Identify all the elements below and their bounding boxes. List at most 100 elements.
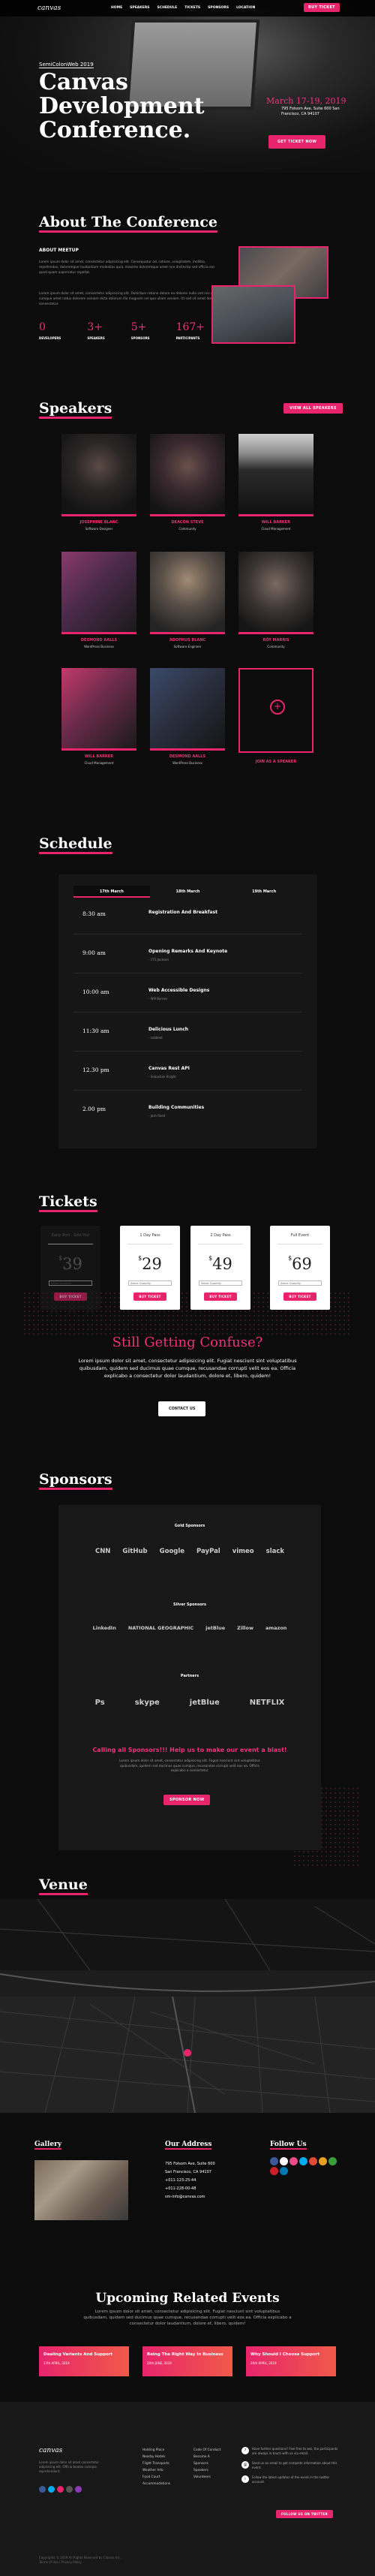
speaker-card[interactable]: WILL BARKER Cloud Management — [62, 668, 136, 765]
terms-links[interactable]: Terms of Use / Privacy Policy — [39, 2560, 121, 2565]
footer-link[interactable]: Become A — [194, 2454, 220, 2460]
quantity-select[interactable]: Select Quantity — [278, 1280, 322, 1286]
menu-item-sponsors[interactable]: SPONSORS — [208, 6, 229, 10]
logo[interactable]: canvas — [38, 5, 61, 12]
partner-logo[interactable]: jetBlue — [190, 1699, 220, 1707]
sponsor-logo[interactable]: jetBlue — [206, 1625, 225, 1631]
tab-day-1[interactable]: 17th March — [74, 886, 150, 898]
partner-logo[interactable]: Ps — [95, 1699, 105, 1707]
become-speaker-label[interactable]: JOIN AS A SPEAKER — [238, 760, 314, 764]
partner-logo[interactable]: NETFLIX — [250, 1699, 285, 1707]
about-subtitle: ABOUT MEETUP — [39, 248, 79, 253]
vimeo-icon[interactable] — [299, 2157, 308, 2165]
plus-icon: + — [270, 700, 285, 715]
quantity-select[interactable]: Select Quantity — [199, 1280, 242, 1286]
instagram-icon[interactable] — [75, 2486, 82, 2493]
follow-twitter-button[interactable]: FOLLOW US ON TWITTER — [276, 2510, 333, 2518]
github-icon[interactable] — [66, 2486, 73, 2493]
contact-us-button[interactable]: CONTACT US — [158, 1401, 206, 1416]
calling-sponsors-text: Lorem ipsum dolor sit amet, consectetur … — [119, 1759, 260, 1772]
get-ticket-button[interactable]: GET TICKET NOW — [268, 135, 326, 149]
address-block: 795 Folsom Ave, Suite 600 San Francisco, … — [165, 2162, 215, 2199]
tab-day-3[interactable]: 19th March — [226, 886, 302, 898]
confuse-title: Still Getting Confuse? — [112, 1335, 263, 1350]
twitter-icon[interactable] — [48, 2486, 55, 2493]
footer-link[interactable]: Weather Info — [142, 2467, 170, 2474]
linkedin-icon[interactable] — [280, 2167, 288, 2175]
menu-item-tickets[interactable]: TICKETS — [184, 6, 200, 10]
speaker-photo — [238, 434, 314, 516]
tab-day-2[interactable]: 18th March — [150, 886, 226, 898]
menu-item-home[interactable]: HOME — [111, 6, 122, 10]
sponsor-now-button[interactable]: SPONSOR NOW — [164, 1795, 211, 1805]
speaker-photo — [238, 552, 314, 634]
footer-link[interactable]: Food Court — [142, 2474, 170, 2481]
sponsor-logo[interactable]: CNN — [95, 1548, 110, 1555]
speaker-card[interactable]: JOSEPHINE BLANC Software Designer — [62, 434, 136, 531]
footer-text: Lorem ipsum dolor sit amet consectetur a… — [39, 2460, 100, 2473]
sponsor-logo[interactable]: Google — [160, 1548, 184, 1555]
about-paragraph: Lorem ipsum dolor sit amet, consectetur … — [39, 260, 215, 275]
speaker-photo — [62, 434, 136, 516]
dribbble-icon[interactable] — [57, 2486, 64, 2493]
footer-link[interactable]: Code Of Conduct — [194, 2447, 220, 2454]
view-all-speakers-button[interactable]: VIEW ALL SPEAKERS — [284, 403, 343, 414]
dribbble-icon[interactable] — [290, 2157, 298, 2165]
menu-item-schedule[interactable]: SCHEDULE — [158, 6, 178, 10]
sponsor-logo[interactable]: LinkedIn — [93, 1625, 116, 1631]
facebook-icon[interactable] — [39, 2486, 46, 2493]
speakers-title: Speakers — [39, 400, 112, 419]
menu-item-location[interactable]: LOCATION — [236, 6, 255, 10]
event-card[interactable]: Why Should I Choose Support 20th APRIL, 2… — [246, 2346, 336, 2376]
buy-ticket-button[interactable]: BUY TICKET — [284, 1293, 316, 1301]
nav-buy-ticket-button[interactable]: BUY TICKET — [304, 3, 340, 12]
speaker-card[interactable]: DESMOND AALLS WordPress Business — [62, 552, 136, 649]
event-card[interactable]: Being The Right Way In Business 20th JUNE… — [142, 2346, 232, 2376]
buy-ticket-button[interactable]: BUY TICKET — [204, 1293, 237, 1301]
pinterest-icon[interactable] — [270, 2167, 278, 2175]
footer-link[interactable]: Flight Transports — [142, 2460, 170, 2467]
become-speaker-card[interactable]: + — [238, 668, 314, 753]
sponsor-logo[interactable]: vimeo — [232, 1548, 254, 1555]
gallery-image[interactable] — [34, 2160, 128, 2220]
speaker-card[interactable]: ADOPHUS BLANC Software Engineer — [150, 552, 225, 649]
confuse-text: Lorem ipsum dolor sit amet, consectetur … — [78, 1358, 297, 1379]
footer-logo[interactable]: canvas — [39, 2447, 62, 2454]
footer-link[interactable]: Volunteers — [194, 2474, 220, 2481]
address-title: Our Address — [165, 2141, 212, 2150]
footer-link[interactable]: Accommodations — [142, 2481, 170, 2487]
footer-contact-item: i Follow the latest updates of the event … — [242, 2475, 339, 2484]
sponsors-title: Sponsors — [39, 1471, 112, 1490]
sponsor-logo[interactable]: amazon — [266, 1625, 286, 1631]
sponsor-logo[interactable]: Zillow — [237, 1625, 254, 1631]
upcoming-text: Lorem ipsum dolor sit amet, consectetur … — [83, 2310, 292, 2326]
email-icon[interactable] — [328, 2157, 337, 2165]
sponsor-logo[interactable]: GitHub — [122, 1548, 147, 1555]
sponsor-logo[interactable]: NATIONAL GEOGRAPHIC — [128, 1625, 194, 1631]
speaker-card[interactable]: DEACON STEVE Community — [150, 434, 225, 531]
rss-icon[interactable] — [319, 2157, 327, 2165]
sponsor-logo[interactable]: slack — [266, 1548, 284, 1555]
speaker-card[interactable]: ROY MARRIS Community — [238, 552, 314, 649]
speaker-card[interactable]: WILL BARKER Cloud Management — [238, 434, 314, 531]
twitter-icon[interactable] — [280, 2157, 288, 2165]
map-roads — [0, 1899, 375, 2113]
buy-ticket-button[interactable]: BUY TICKET — [134, 1293, 166, 1301]
footer-link[interactable]: Holding Place — [142, 2447, 170, 2454]
speaker-photo — [62, 668, 136, 751]
event-card[interactable]: Dealing Variants And Support 17th APRIL, … — [39, 2346, 129, 2376]
hero-title: Canvas Development Conference. — [39, 69, 205, 143]
speaker-card[interactable]: DESMOND AALLS WordPress Business — [150, 668, 225, 765]
facebook-icon[interactable] — [270, 2157, 278, 2165]
ticket-card: Full Event $69 Select Quantity BUY TICKET — [270, 1226, 330, 1310]
footer-link[interactable]: Sponsors — [194, 2460, 220, 2467]
footer-links-col-1: Holding Place Nearby Hotels Flight Trans… — [142, 2447, 170, 2487]
partner-logo[interactable]: skype — [135, 1699, 160, 1707]
google-plus-icon[interactable] — [309, 2157, 317, 2165]
footer-link[interactable]: Speakers — [194, 2467, 220, 2474]
menu-item-speakers[interactable]: SPEAKERS — [130, 6, 149, 10]
sponsor-logo[interactable]: PayPal — [196, 1548, 220, 1555]
venue-map[interactable] — [0, 1899, 375, 2113]
footer-link[interactable]: Nearby Hotels — [142, 2454, 170, 2460]
quantity-select[interactable]: Select Quantity — [128, 1280, 172, 1286]
